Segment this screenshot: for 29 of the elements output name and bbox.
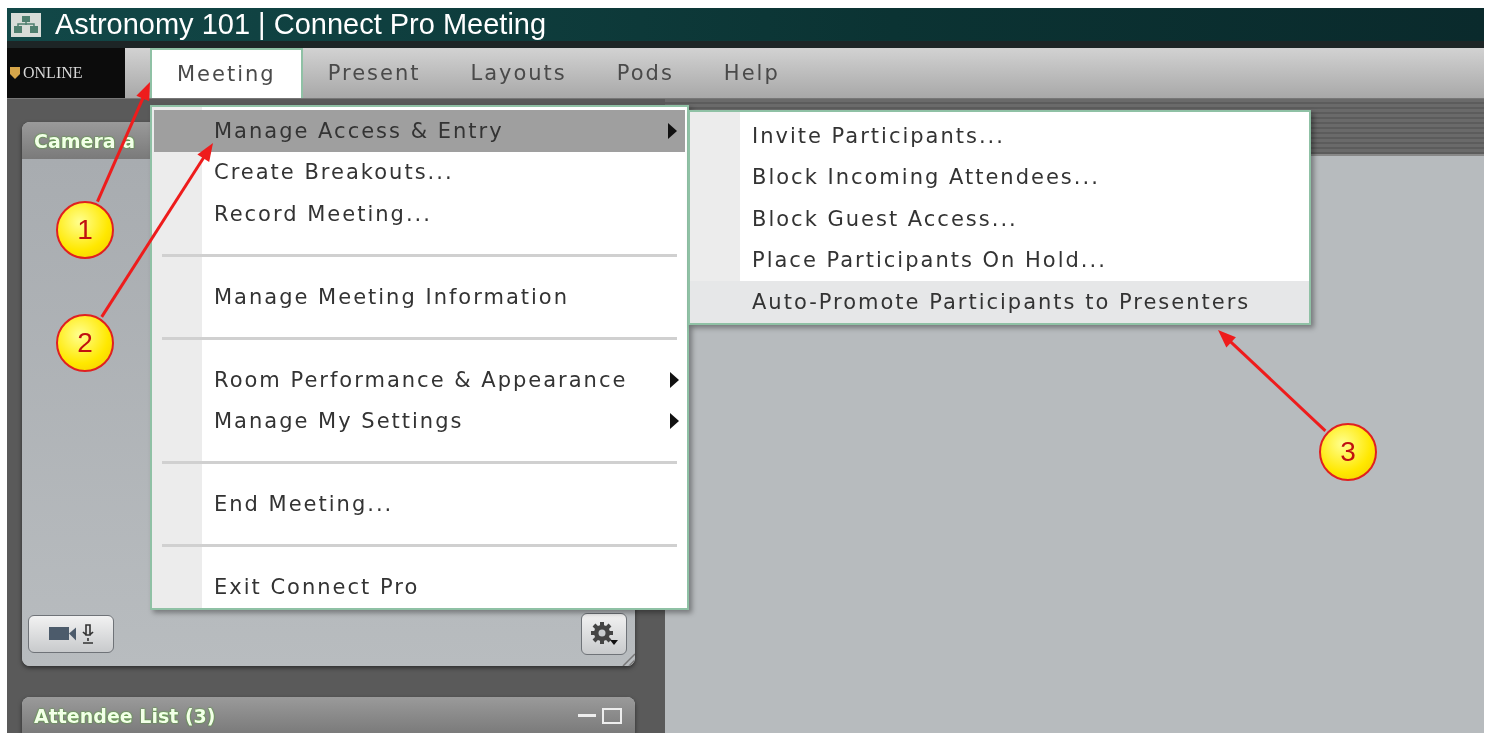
shield-icon [10,67,20,79]
menu-item[interactable]: Manage My Settings [152,400,687,442]
menu-item[interactable]: Manage Access & Entry [154,110,685,152]
menu-item[interactable]: Room Performance & Appearance [152,359,687,401]
microphone-icon [81,624,94,644]
menu-item[interactable]: End Meeting... [152,483,687,525]
app-icon [11,12,41,37]
menu-tab[interactable]: Help [698,48,805,98]
menu-item[interactable]: Record Meeting... [152,193,687,235]
pod-title: Attendee List (3) [34,704,216,727]
logo-text: ONLINE [23,64,83,82]
camera-mic-button[interactable] [28,615,114,653]
menu-item[interactable]: Place Participants On Hold... [690,239,1309,281]
menu-tab[interactable]: Pods [591,48,699,98]
menu-tab[interactable]: Meeting [150,48,303,98]
menu-item[interactable]: Block Incoming Attendees... [690,156,1309,198]
menu-tab[interactable]: Layouts [445,48,592,98]
maximize-icon[interactable] [601,706,623,725]
menu-item[interactable]: Manage Meeting Information [152,276,687,318]
menu-tab[interactable]: Present [302,48,446,98]
menu-item[interactable]: Create Breakouts... [152,151,687,193]
menu-item[interactable]: Invite Participants... [690,115,1309,157]
settings-button[interactable] [581,613,627,655]
window-title: Astronomy 101 | Connect Pro Meeting [55,8,547,41]
video-camera-icon [48,627,77,641]
menu-item[interactable]: Auto-Promote Participants to Presenters [690,281,1309,323]
menu-item[interactable]: Exit Connect Pro [152,566,687,608]
menu-item[interactable]: Block Guest Access... [690,198,1309,240]
resize-grip-icon[interactable] [621,652,635,666]
